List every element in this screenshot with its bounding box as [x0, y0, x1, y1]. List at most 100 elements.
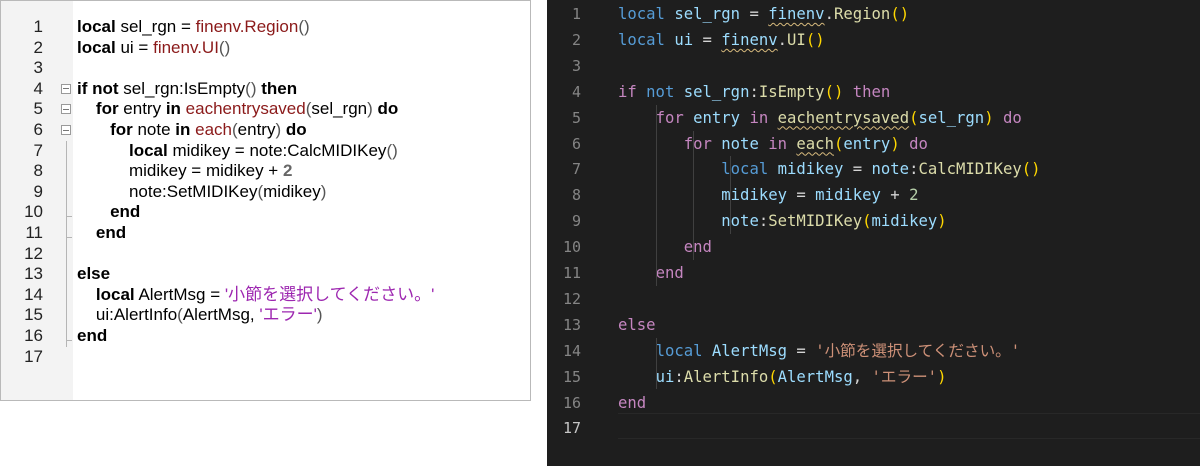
code-line[interactable]: 1 local sel_rgn = finenv.Region() [547, 1, 1200, 27]
code-token: end [683, 238, 712, 257]
code-line[interactable]: 7 local midikey = note:CalcMIDIKey() [1, 141, 532, 162]
code-line[interactable]: 2 local ui = finenv.UI() [1, 38, 532, 59]
code-token: ) [890, 134, 900, 153]
code-token: '小節を選択してください。' [815, 341, 1021, 360]
code-text: end [618, 260, 684, 286]
code-token: ) [937, 212, 947, 231]
code-line[interactable]: 12 [1, 244, 532, 265]
code-line[interactable]: 13 else [1, 264, 532, 285]
code-line[interactable]: 8 midikey = midikey + 2 [547, 182, 1200, 208]
code-text: else [77, 264, 110, 285]
line-number: 3 [33, 58, 43, 78]
light-code-editor[interactable]: 1 local sel_rgn = finenv.Region() 2 local u… [0, 0, 531, 401]
line-number: 3 [571, 56, 581, 75]
line-number: 12 [562, 289, 581, 308]
code-token: ( [862, 212, 872, 231]
line-number: 11 [562, 264, 581, 282]
code-token: midikey [777, 160, 844, 179]
code-line[interactable]: 3 [1, 58, 532, 79]
code-token: AlertMsg [711, 341, 788, 360]
code-line[interactable]: 16 end [1, 326, 532, 347]
code-token: note [721, 212, 759, 231]
code-token: '小節を選択してください。' [224, 284, 435, 304]
code-line[interactable]: 12 [547, 286, 1200, 312]
code-line[interactable]: 7 local midikey = note:CalcMIDIKey() [547, 156, 1200, 182]
code-token: midikey [815, 186, 881, 205]
code-token: . [824, 5, 834, 23]
code-line[interactable]: 14 local AlertMsg = '小節を選択してください。' [1, 285, 532, 306]
code-line[interactable]: 8 midikey = midikey + 2 [1, 161, 532, 182]
code-token: if not [77, 78, 119, 98]
code-token: finenv [721, 30, 778, 49]
code-token: . [777, 30, 788, 49]
code-token: () [386, 140, 398, 160]
indent-guide [730, 156, 731, 235]
code-line[interactable]: 4 if not sel_rgn:IsEmpty() then [1, 79, 532, 100]
code-token: do [377, 99, 399, 119]
code-line[interactable]: 9 note:SetMIDIKey(midikey) [547, 208, 1200, 234]
code-token: CalcMIDIKey [918, 160, 1022, 179]
code-token: () [805, 30, 825, 49]
code-token: midikey [263, 181, 321, 201]
line-number: 10 [24, 202, 43, 222]
indent-guide [693, 130, 694, 260]
code-token: finenv.UI [153, 37, 219, 57]
code-line[interactable]: 14 local AlertMsg = '小節を選択してください。' [547, 338, 1200, 364]
code-line[interactable]: 3 [547, 53, 1200, 79]
code-token: ui [674, 30, 694, 49]
code-token: ) [937, 367, 947, 386]
code-token: entry [693, 108, 741, 127]
line-number: 16 [562, 393, 581, 412]
code-line[interactable]: 15 ui:AlertInfo(AlertMsg, 'エラー') [1, 305, 532, 326]
code-text: end [77, 223, 126, 244]
code-token: in [165, 99, 181, 119]
code-token: IsEmpty [758, 82, 825, 101]
code-token: for [655, 108, 684, 127]
code-text: ui:AlertInfo(AlertMsg, 'エラー') [618, 364, 947, 390]
indent-guide [656, 337, 657, 390]
code-line[interactable]: 5 for entry in eachentrysaved(sel_rgn) d… [547, 105, 1200, 131]
line-number: 11 [25, 223, 43, 242]
code-line[interactable]: 6 for note in each(entry) do [547, 131, 1200, 157]
code-text: midikey = midikey + 2 [618, 182, 918, 208]
code-token: UI [787, 30, 806, 49]
line-number: 17 [24, 346, 43, 366]
line-number: 2 [571, 30, 581, 49]
code-text: note:SetMIDIKey(midikey) [618, 208, 947, 234]
code-line[interactable]: 6 for note in each(entry) do [1, 120, 532, 141]
code-token: 2 [282, 161, 293, 181]
line-number: 8 [571, 186, 581, 205]
code-line[interactable]: 11 end [1, 223, 532, 244]
code-line[interactable]: 13 else [547, 312, 1200, 338]
code-line[interactable]: 11 end [547, 260, 1200, 286]
code-token: else [618, 315, 656, 334]
dark-code-editor[interactable]: 1 local sel_rgn = finenv.Region() 2 local u… [547, 0, 1200, 466]
code-line[interactable]: 5 for entry in eachentrysaved(sel_rgn) d… [1, 99, 532, 120]
code-line[interactable]: 4 if not sel_rgn:IsEmpty() then [547, 79, 1200, 105]
code-line[interactable]: 9 note:SetMIDIKey(midikey) [1, 182, 532, 203]
code-line[interactable]: 16 end [547, 390, 1200, 416]
code-line[interactable]: 2 local ui = finenv.UI() [547, 27, 1200, 53]
code-line[interactable]: 10 end [1, 202, 532, 223]
code-text: local midikey = note:CalcMIDIKey() [618, 156, 1040, 182]
code-token: SetMIDIKey [768, 212, 863, 231]
code-line[interactable]: 1 local sel_rgn = finenv.Region() [1, 17, 532, 38]
code-line[interactable]: 17 [1, 347, 532, 368]
code-token: entry [118, 99, 166, 119]
code-line[interactable]: 15 ui:AlertInfo(AlertMsg, 'エラー') [547, 364, 1200, 390]
line-number: 7 [33, 140, 43, 160]
code-token: end [618, 393, 647, 412]
indent-guide [656, 104, 657, 286]
code-token: sel_rgn [311, 99, 368, 119]
code-token: = [693, 30, 722, 49]
code-line[interactable]: 10 end [547, 234, 1200, 260]
code-line[interactable]: 17 [547, 415, 1200, 441]
code-token: note [871, 160, 910, 179]
